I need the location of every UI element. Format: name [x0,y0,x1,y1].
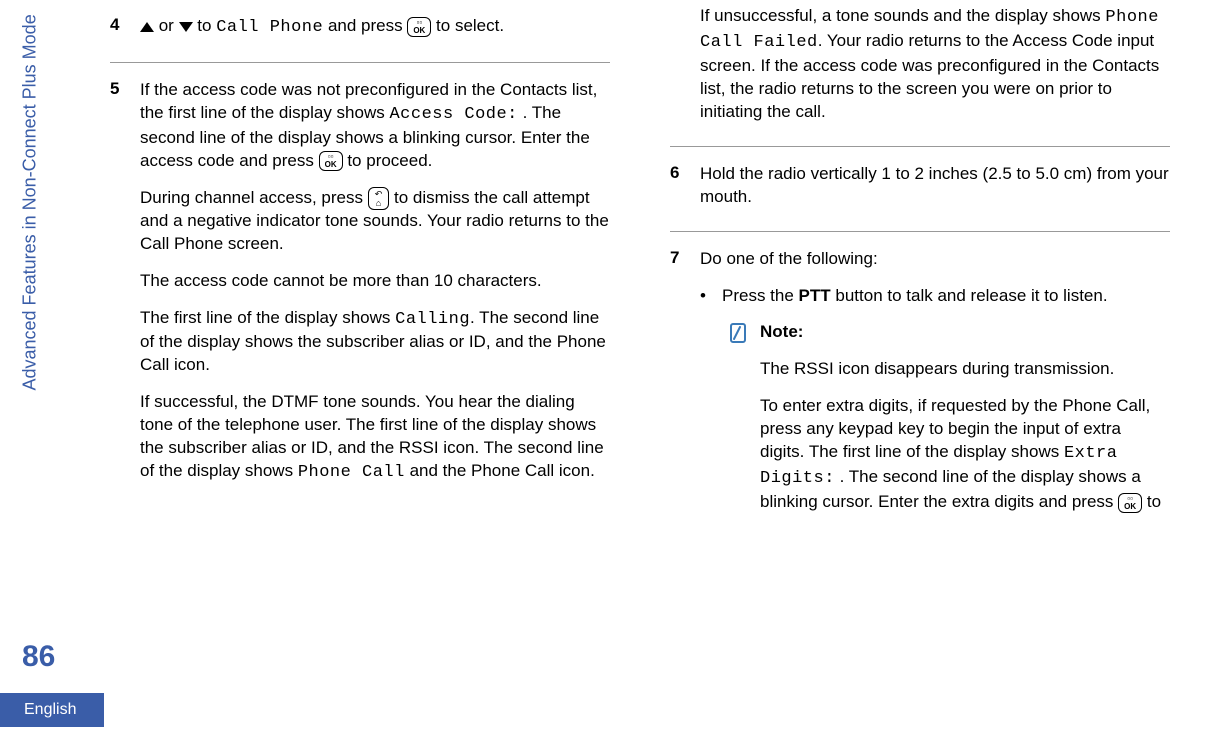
step-body: If unsuccessful, a tone sounds and the d… [700,5,1170,138]
sidebar-section-title: Advanced Features in Non-Connect Plus Mo… [20,14,41,390]
text: and the Phone Call icon. [405,461,595,480]
ok-button-icon: ▫▫OK [407,17,431,37]
note-block: Note: The RSSI icon disappears during tr… [726,321,1170,528]
text: The access code cannot be more than 10 c… [140,270,610,293]
display-text-phone-call: Phone Call [298,463,405,482]
left-column: 4 or to Call Phone and press ▫▫OK to sel… [110,5,610,548]
back-home-button-icon: ↶⌂ [368,187,390,210]
text: Do one of the following: [700,248,1170,271]
text: to [1142,492,1161,511]
ok-button-icon: ▫▫OK [319,151,343,171]
text: to proceed. [343,151,433,170]
text: to [193,16,217,35]
text: Hold the radio vertically 1 to 2 inches … [700,163,1170,209]
page-number: 86 [22,640,55,674]
ok-button-icon: ▫▫OK [1118,493,1142,513]
text: and press [323,16,407,35]
text: Press the [722,286,799,305]
step-4: 4 or to Call Phone and press ▫▫OK to sel… [110,5,610,54]
step-5-continued: If unsuccessful, a tone sounds and the d… [670,5,1170,138]
right-column: If unsuccessful, a tone sounds and the d… [670,5,1170,548]
step-divider [670,231,1170,232]
step-number: 5 [110,79,140,499]
step-number-spacer [670,5,700,138]
display-text-calling: Calling [395,310,470,329]
language-tab: English [0,693,104,727]
step-6: 6 Hold the radio vertically 1 to 2 inche… [670,153,1170,223]
step-body: If the access code was not preconfigured… [140,79,610,499]
bullet-marker: • [700,285,722,529]
text: to select. [431,16,504,35]
text: or [154,16,179,35]
down-arrow-icon [179,22,193,32]
text: During channel access, press [140,188,368,207]
step-5: 5 If the access code was not preconfigur… [110,69,610,499]
bullet-text: Press the PTT button to talk and release… [722,285,1170,529]
up-arrow-icon [140,22,154,32]
ptt-label: PTT [799,286,831,305]
bullet-item: • Press the PTT button to talk and relea… [700,285,1170,529]
text: The RSSI icon disappears during transmis… [760,358,1170,381]
step-body: Hold the radio vertically 1 to 2 inches … [700,163,1170,223]
display-text-call-phone: Call Phone [216,18,323,37]
text: The first line of the display shows [140,308,395,327]
step-number: 7 [670,248,700,540]
step-body: Do one of the following: • Press the PTT… [700,248,1170,540]
note-icon [726,321,760,528]
note-title: Note: [760,321,1170,344]
note-content: Note: The RSSI icon disappears during tr… [760,321,1170,528]
text: If unsuccessful, a tone sounds and the d… [700,6,1105,25]
step-number: 6 [670,163,700,223]
display-text-access-code: Access Code: [389,105,517,124]
step-number: 4 [110,15,140,54]
step-body: or to Call Phone and press ▫▫OK to selec… [140,15,610,54]
step-7: 7 Do one of the following: • Press the P… [670,238,1170,540]
main-content: 4 or to Call Phone and press ▫▫OK to sel… [110,5,1170,548]
step-divider [110,62,610,63]
step-divider [670,146,1170,147]
text: button to talk and release it to listen. [831,286,1108,305]
